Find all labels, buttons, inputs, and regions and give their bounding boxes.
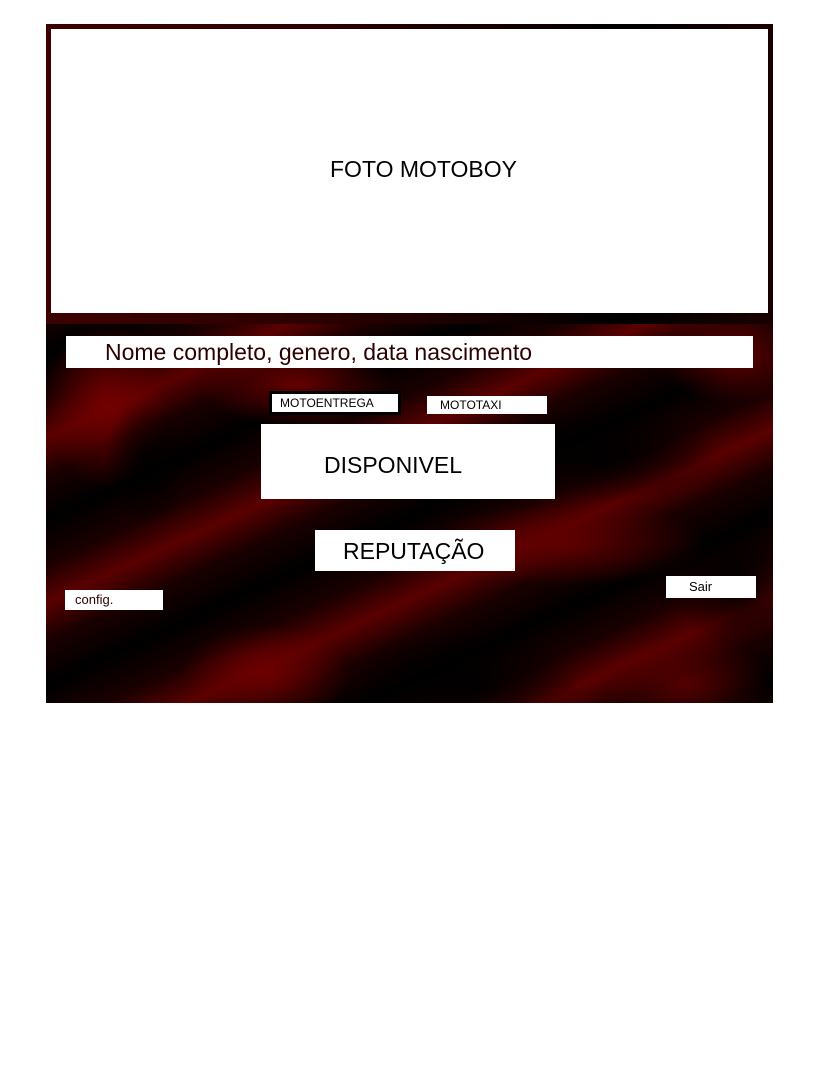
driver-info-bar: Nome completo, genero, data nascimento [66,336,753,368]
driver-photo-placeholder[interactable]: FOTO MOTOBOY [51,29,768,313]
availability-label: DISPONIVEL [324,452,463,478]
logout-button[interactable]: Sair [666,576,756,598]
reputation-label: REPUTAÇÃO [343,538,485,564]
mototaxi-label: MOTOTAXI [440,398,502,412]
mototaxi-button[interactable]: MOTOTAXI [427,396,547,414]
config-button[interactable]: config. [65,590,163,610]
config-label: config. [75,592,114,607]
app-screen: FOTO MOTOBOY Nome completo, genero, data… [46,24,773,703]
motoentrega-button[interactable]: MOTOENTREGA [272,394,398,412]
motoentrega-label: MOTOENTREGA [280,396,374,410]
reputation-button[interactable]: REPUTAÇÃO [315,530,515,571]
driver-photo-label: FOTO MOTOBOY [330,156,517,182]
driver-info-text: Nome completo, genero, data nascimento [105,339,533,365]
logout-label: Sair [689,579,713,594]
availability-toggle[interactable]: DISPONIVEL [261,424,555,499]
